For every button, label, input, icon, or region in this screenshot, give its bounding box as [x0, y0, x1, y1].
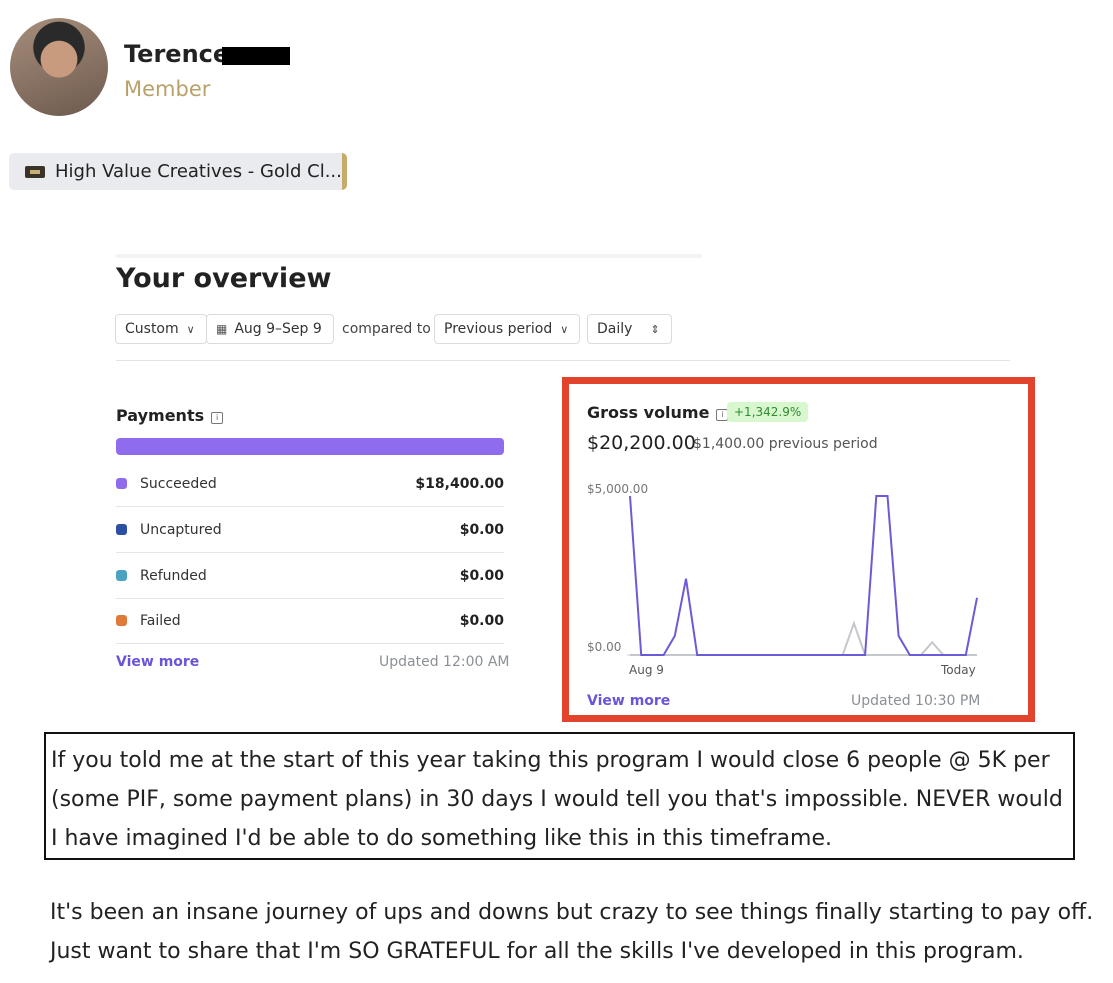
y-tick-label-bottom: $0.00	[587, 640, 621, 654]
chevron-down-icon: ∨	[560, 322, 569, 336]
y-tick-label-top: $5,000.00	[587, 482, 648, 496]
redaction-block	[222, 47, 290, 65]
group-chip-label: High Value Creatives - Gold Cl...	[55, 161, 342, 182]
author-name[interactable]: Terence	[124, 40, 229, 68]
post-body-text: It's been an insane journey of ups and d…	[50, 900, 1094, 964]
payment-label: Failed	[140, 612, 181, 629]
status-dot	[116, 524, 127, 535]
x-tick-label-end: Today	[940, 663, 976, 677]
payment-amount: $18,400.00	[415, 475, 504, 492]
payment-row-failed[interactable]: Failed $0.00	[116, 598, 504, 644]
payment-row-uncaptured[interactable]: Uncaptured $0.00	[116, 507, 504, 553]
overview-title: Your overview	[116, 263, 332, 294]
payment-amount: $0.00	[459, 521, 504, 538]
comparison-label: Previous period	[444, 321, 553, 337]
divider	[116, 254, 702, 258]
range-type-label: Custom	[125, 321, 179, 337]
previous-period-line	[630, 620, 977, 656]
chevron-down-icon: ∨	[186, 322, 195, 336]
payments-title: Payments i	[116, 406, 224, 425]
date-range-label: Aug 9–Sep 9	[234, 321, 322, 337]
status-dot	[116, 570, 127, 581]
gross-volume-total: $20,200.00	[587, 432, 696, 454]
author-role: Member	[124, 77, 211, 101]
payment-label: Refunded	[140, 567, 207, 584]
payment-label: Succeeded	[140, 475, 217, 492]
x-tick-label-start: Aug 9	[629, 663, 664, 677]
payment-amount: $0.00	[459, 612, 504, 629]
gross-volume-previous: $1,400.00 previous period	[693, 436, 878, 452]
calendar-icon: ▦	[216, 322, 228, 336]
date-range-button[interactable]: ▦ Aug 9–Sep 9	[206, 314, 334, 344]
payments-view-more-link[interactable]: View more	[116, 654, 199, 670]
change-badge: +1,342.9%	[727, 402, 809, 422]
highlighted-quote: If you told me at the start of this year…	[44, 732, 1075, 860]
interval-label: Daily	[597, 321, 633, 337]
status-dot	[116, 478, 127, 489]
group-chip[interactable]: High Value Creatives - Gold Cl...	[9, 153, 347, 190]
payments-progress-bar	[116, 438, 504, 455]
divider	[116, 360, 1010, 361]
chevron-updown-icon: ⇕	[650, 322, 660, 336]
gross-volume-chart[interactable]: $5,000.00 $0.00 Aug 9 Today	[575, 478, 995, 683]
gross-volume-title-text: Gross volume	[587, 403, 710, 422]
interval-select[interactable]: Daily ⇕	[587, 314, 672, 344]
payment-amount: $0.00	[459, 567, 504, 584]
status-dot	[116, 615, 127, 626]
range-type-select[interactable]: Custom ∨	[115, 314, 207, 344]
gross-volume-updated-time: Updated 10:30 PM	[851, 693, 981, 709]
info-icon[interactable]: i	[211, 412, 224, 424]
author-avatar[interactable]	[10, 18, 108, 116]
group-logo-icon	[25, 165, 45, 178]
payments-title-text: Payments	[116, 406, 205, 425]
payments-updated-time: Updated 12:00 AM	[379, 654, 510, 670]
current-period-line	[629, 495, 978, 656]
compared-to-label: compared to	[342, 321, 431, 337]
payment-row-succeeded[interactable]: Succeeded $18,400.00	[116, 461, 504, 507]
gross-volume-title: Gross volume i	[587, 403, 729, 422]
comparison-select[interactable]: Previous period ∨	[434, 314, 580, 344]
payment-label: Uncaptured	[140, 521, 222, 538]
gross-volume-view-more-link[interactable]: View more	[587, 693, 670, 709]
payment-row-refunded[interactable]: Refunded $0.00	[116, 553, 504, 599]
